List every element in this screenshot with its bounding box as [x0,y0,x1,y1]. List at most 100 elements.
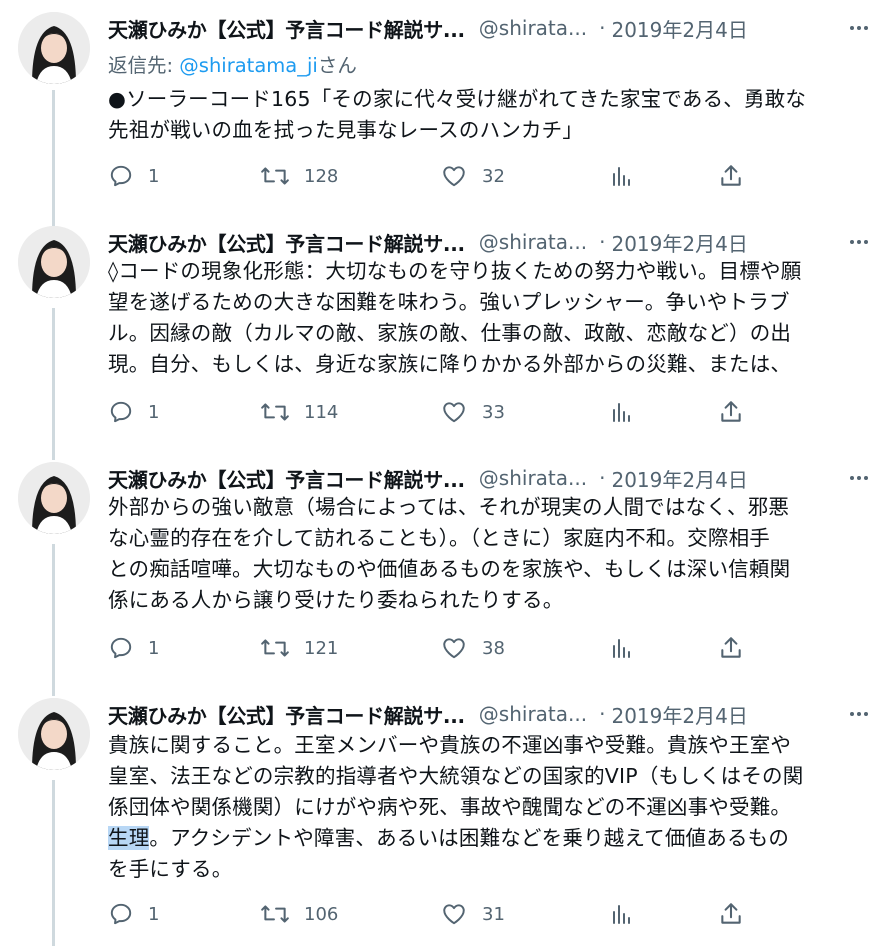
tweet-text-line: 現。自分、もしくは、身近な家族に降りかかる外部からの災難、または、 [108,352,792,376]
analytics-button[interactable] [610,158,634,194]
share-button[interactable] [718,394,744,430]
tweet-date[interactable]: 2019年2月4日 [611,464,747,493]
avatar[interactable] [18,226,90,298]
analytics-icon [613,167,630,186]
tweet[interactable]: 天瀬ひみか【公式】予言コード解説サ... @shirata... · 2019年… [0,0,886,226]
tweet-text-segment: 。アクシデントや障害、あるいは困難などを乗り越えて価値あるもの [149,826,790,850]
reply-button[interactable]: 1 [108,896,159,932]
more-horizontal-icon [850,240,868,244]
share-button[interactable] [718,896,744,932]
tweet-text-line: 貴族に関すること。王室メンバーや貴族の不運凶事や受難。貴族や王室や [108,733,792,757]
analytics-button[interactable] [610,630,634,666]
reply-button[interactable]: 1 [108,394,159,430]
reply-mention-link[interactable]: @shiratama_ji [179,54,318,77]
user-handle[interactable]: @shirata... [479,16,587,40]
retweet-icon [261,905,289,923]
display-name[interactable]: 天瀬ひみか【公式】予言コード解説サ... [108,700,465,729]
like-button[interactable]: 33 [440,394,505,430]
reply-icon [110,165,132,187]
tweet-text-line: な心霊的存在を介して訪れることも）。（ときに）家庭内不和。交際相手 [108,526,770,550]
reply-count: 1 [148,903,160,925]
user-handle[interactable]: @shirata... [479,466,587,490]
avatar[interactable] [18,12,90,84]
display-name[interactable]: 天瀬ひみか【公式】予言コード解説サ... [108,464,465,493]
tweet[interactable]: 天瀬ひみか【公式】予言コード解説サ... @shirata... · 2019年… [0,226,886,462]
tweet[interactable]: 天瀬ひみか【公式】予言コード解説サ... @shirata... · 2019年… [0,462,886,698]
reply-count: 1 [148,401,160,423]
tweet-header: 天瀬ひみか【公式】予言コード解説サ... @shirata... · 2019年… [108,226,886,258]
heart-icon [443,166,465,187]
more-options-button[interactable] [842,464,876,492]
reply-icon [110,903,132,925]
share-button[interactable] [718,158,744,194]
tweet-text: ◊コードの現象化形態：大切なものを守り抜くための努力や戦い。目標や願 望を遂げる… [108,256,878,380]
reply-icon [110,401,132,423]
tweet-text-line: を手にする。 [108,857,233,881]
tweet-text-line: との痴話喧嘩。大切なものや価値あるものを家族や、もしくは深い信頼関 [108,557,791,581]
heart-icon [443,638,465,659]
display-name[interactable]: 天瀬ひみか【公式】予言コード解説サ... [108,228,465,257]
more-options-button[interactable] [842,14,876,42]
retweet-count: 121 [304,637,339,659]
retweet-count: 114 [304,401,339,423]
analytics-icon [613,905,630,924]
tweet-header: 天瀬ひみか【公式】予言コード解説サ... @shirata... · 2019年… [108,462,886,494]
action-bar: 1 128 32 [108,158,768,194]
retweet-count: 128 [304,165,339,187]
like-button[interactable]: 31 [440,896,505,932]
tweet-text: 貴族に関すること。王室メンバーや貴族の不運凶事や受難。貴族や王室や 皇室、法王な… [108,730,878,885]
tweet-text: 外部からの強い敵意（場合によっては、それが現実の人間ではなく、邪悪 な心霊的存在… [108,492,878,616]
tweet-date[interactable]: 2019年2月4日 [611,228,747,257]
more-options-button[interactable] [842,700,876,728]
action-bar: 1 106 31 [108,896,768,932]
display-name[interactable]: 天瀬ひみか【公式】予言コード解説サ... [108,14,465,43]
tweet-text-line: 係にある人から譲り受けたり委ねられたりする。 [108,588,564,612]
separator-dot: · [599,16,606,40]
user-handle[interactable]: @shirata... [479,230,587,254]
separator-dot: · [599,702,606,726]
retweet-button[interactable]: 106 [260,896,338,932]
like-button[interactable]: 32 [440,158,505,194]
tweet-text-line: 皇室、法王などの宗教的指導者や大統領などの国家的VIP（もしくはその関 [108,764,804,788]
selected-text-highlight[interactable]: 生理 [108,826,150,850]
tweet[interactable]: 天瀬ひみか【公式】予言コード解説サ... @shirata... · 2019年… [0,698,886,946]
tweet-text-line: 外部からの強い敵意（場合によっては、それが現実の人間ではなく、邪悪 [108,495,790,519]
user-handle[interactable]: @shirata... [479,702,587,726]
share-button[interactable] [718,630,744,666]
retweet-icon [261,403,289,421]
reply-button[interactable]: 1 [108,630,159,666]
tweet-text: ●ソーラーコード165「その家に代々受け継がれてきた家宝である、勇敢な 先祖が戦… [108,84,878,146]
analytics-icon [613,403,630,422]
reply-icon [110,637,132,659]
tweet-date[interactable]: 2019年2月4日 [611,14,747,43]
like-count: 33 [482,401,505,423]
more-options-button[interactable] [842,228,876,256]
retweet-button[interactable]: 114 [260,394,338,430]
retweet-count: 106 [304,903,339,925]
share-icon [721,637,741,658]
separator-dot: · [599,466,606,490]
analytics-button[interactable] [610,896,634,932]
analytics-button[interactable] [610,394,634,430]
tweet-text-line: 先祖が戦いの血を拭った見事なレースのハンカチ」 [108,118,584,142]
like-button[interactable]: 38 [440,630,505,666]
reply-button[interactable]: 1 [108,158,159,194]
separator-dot: · [599,230,606,254]
tweet-text-line: ル。因縁の敵（カルマの敵、家族の敵、仕事の敵、政敵、恋敵など）の出 [108,321,792,345]
more-horizontal-icon [850,476,868,480]
reply-to: 返信先: @shiratama_jiさん [108,49,357,78]
retweet-button[interactable]: 121 [260,630,338,666]
retweet-button[interactable]: 128 [260,158,338,194]
tweet-text-line: 生理。アクシデントや障害、あるいは困難などを乗り越えて価値あるもの [108,823,878,854]
tweet-date[interactable]: 2019年2月4日 [611,700,747,729]
avatar[interactable] [18,462,90,534]
action-bar: 1 121 38 [108,630,768,666]
like-count: 32 [482,165,505,187]
like-count: 38 [482,637,505,659]
retweet-icon [261,167,289,185]
retweet-icon [261,639,289,657]
reply-count: 1 [148,165,160,187]
tweet-text-line: ●ソーラーコード165「その家に代々受け継がれてきた家宝である、勇敢な [108,87,807,111]
reply-count: 1 [148,637,160,659]
avatar[interactable] [18,698,90,770]
